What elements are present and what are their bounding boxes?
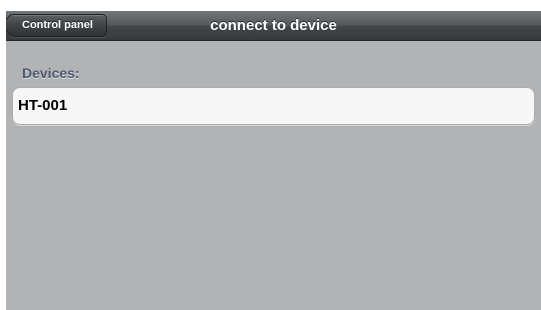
- back-button-control-panel[interactable]: Control panel: [9, 14, 107, 37]
- devices-section-header: Devices:: [22, 65, 80, 81]
- back-button-label: Control panel: [22, 19, 93, 31]
- navigation-bar: Control panel connect to device: [6, 11, 541, 41]
- device-list: HT-001: [12, 87, 535, 125]
- app-screen: Control panel connect to device Devices:…: [6, 11, 541, 310]
- device-row-ht-001[interactable]: HT-001: [12, 87, 535, 125]
- page-title: connect to device: [210, 17, 337, 34]
